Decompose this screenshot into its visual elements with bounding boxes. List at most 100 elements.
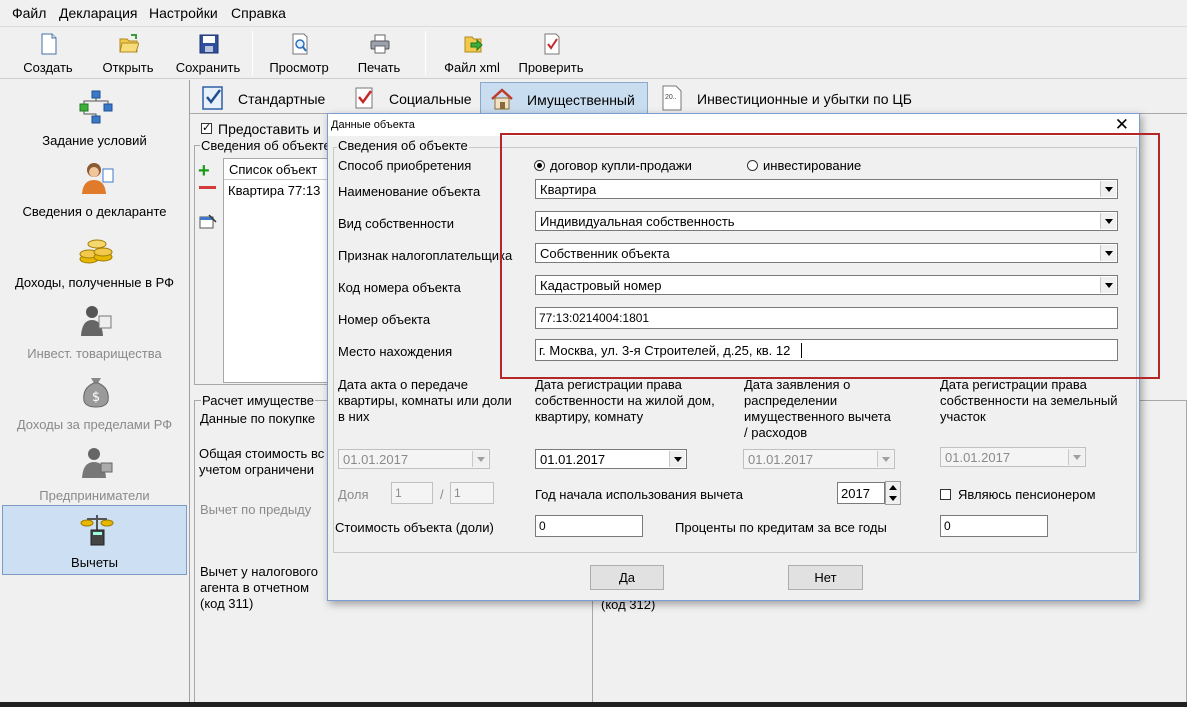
- businessman-icon: [82, 448, 113, 478]
- date-registration-picker[interactable]: 01.01.2017: [535, 449, 687, 469]
- ownership-select[interactable]: Индивидуальная собственность: [535, 211, 1118, 231]
- person-papers-icon: [81, 306, 112, 336]
- date-registration-label: Дата регистрации права собственности на …: [535, 377, 715, 424]
- share-separator: /: [440, 487, 444, 502]
- save-button[interactable]: Сохранить: [173, 29, 243, 77]
- tab-standard[interactable]: Стандартные: [192, 82, 342, 114]
- check-label: Проверить: [518, 60, 584, 75]
- scales-calculator-icon: [80, 515, 114, 546]
- add-icon[interactable]: +: [198, 160, 210, 183]
- preview-button[interactable]: Просмотр: [264, 29, 334, 77]
- chevron-down-icon[interactable]: [1068, 449, 1084, 465]
- coins-icon: [79, 239, 113, 264]
- chevron-down-icon[interactable]: [877, 451, 893, 467]
- sidebar-item-invest-partnerships[interactable]: Инвест. товарищества: [2, 297, 187, 367]
- open-button[interactable]: Открыть: [93, 29, 163, 77]
- radio-investment[interactable]: [747, 160, 758, 171]
- menu-help[interactable]: Справка: [231, 5, 286, 21]
- sidebar-item-income-rf[interactable]: Доходы, полученные в РФ: [2, 226, 187, 296]
- object-number-value: 77:13:0214004:1801: [539, 311, 650, 325]
- chevron-down-icon[interactable]: [669, 451, 685, 467]
- check-document-icon: [544, 33, 560, 55]
- object-number-input[interactable]: 77:13:0214004:1801: [535, 307, 1118, 329]
- date-application-picker[interactable]: 01.01.2017: [743, 449, 895, 469]
- tab-property[interactable]: Имущественный: [480, 82, 648, 114]
- person-card-icon: [82, 163, 114, 194]
- sidebar-item-label: Предприниматели: [39, 488, 150, 503]
- code-311-label: (код 311): [200, 596, 254, 611]
- sidebar-item-declarant[interactable]: Сведения о декларанте: [2, 155, 187, 225]
- share-numerator-value: 1: [395, 486, 402, 500]
- money-bag-icon: $: [83, 378, 109, 408]
- spin-down-icon[interactable]: [889, 496, 897, 501]
- total-cost-label-2: учетом ограничени: [199, 462, 314, 477]
- create-button[interactable]: Создать: [13, 29, 83, 77]
- toolbar: Создать Открыть Сохранить Просмотр Печат…: [0, 27, 1187, 79]
- object-code-select[interactable]: Кадастровый номер: [535, 275, 1118, 295]
- object-cost-input[interactable]: 0: [535, 515, 643, 537]
- sidebar-item-label: Сведения о декларанте: [22, 204, 167, 219]
- divider: [592, 601, 593, 707]
- xml-file-button[interactable]: Файл xml: [437, 29, 507, 77]
- loan-interest-value: 0: [944, 519, 951, 533]
- chevron-down-icon[interactable]: [1100, 245, 1116, 261]
- tab-label: Стандартные: [238, 91, 326, 107]
- chevron-down-icon[interactable]: [472, 451, 488, 467]
- object-name-select[interactable]: Квартира: [535, 179, 1118, 199]
- menu-declaration[interactable]: Декларация: [59, 5, 138, 21]
- chevron-down-icon[interactable]: [1100, 213, 1116, 229]
- spin-up-icon[interactable]: [889, 485, 897, 490]
- taxpayer-select[interactable]: Собственник объекта: [535, 243, 1118, 263]
- agent-deduction-label-2: агента в отчетном: [200, 580, 310, 595]
- tab-social[interactable]: Социальные: [343, 82, 478, 114]
- tab-label: Социальные: [389, 91, 472, 107]
- no-button[interactable]: Нет: [788, 565, 863, 590]
- print-label: Печать: [357, 60, 401, 75]
- date-land-picker[interactable]: 01.01.2017: [940, 447, 1086, 467]
- chevron-down-icon[interactable]: [1100, 181, 1116, 197]
- printer-icon: [370, 34, 390, 54]
- sidebar-item-label: Доходы за пределами РФ: [16, 417, 173, 432]
- share-numerator-input[interactable]: 1: [391, 482, 433, 504]
- toolbar-separator: [252, 31, 253, 75]
- list-item[interactable]: Квартира 77:13: [228, 183, 320, 198]
- yes-button[interactable]: Да: [590, 565, 664, 590]
- print-button[interactable]: Печать: [344, 29, 414, 77]
- tab-label: Инвестиционные и убытки по ЦБ: [697, 91, 912, 107]
- location-value: г. Москва, ул. 3-я Строителей, д.25, кв.…: [539, 343, 791, 358]
- document-icon-caption: 20..: [665, 94, 677, 101]
- pensioner-checkbox[interactable]: [940, 489, 951, 500]
- check-button[interactable]: Проверить: [516, 29, 586, 77]
- remove-icon[interactable]: [199, 186, 216, 189]
- object-data-dialog: Данные объекта ✕ Сведения об объекте Спо…: [327, 113, 1140, 601]
- sidebar-item-conditions[interactable]: Задание условий: [2, 84, 187, 154]
- share-denominator-input[interactable]: 1: [450, 482, 494, 504]
- ownership-label: Вид собственности: [338, 216, 455, 231]
- date-application-label: Дата заявления о распределении имуществе…: [744, 377, 891, 440]
- radio-sale-contract[interactable]: [534, 160, 545, 171]
- chevron-down-icon[interactable]: [1100, 277, 1116, 293]
- loan-interest-input[interactable]: 0: [940, 515, 1048, 537]
- sidebar-item-entrepreneurs[interactable]: Предприниматели: [2, 439, 187, 509]
- date-act-value: 01.01.2017: [343, 452, 409, 467]
- preview-icon: [292, 33, 308, 55]
- save-label: Сохранить: [175, 60, 241, 75]
- create-label: Создать: [23, 60, 73, 75]
- sidebar-item-deductions[interactable]: Вычеты: [2, 505, 187, 575]
- date-act-label: Дата акта о передаче квартиры, комнаты и…: [338, 377, 512, 424]
- provide-checkbox[interactable]: [201, 121, 212, 134]
- tab-investment[interactable]: 20.. Инвестиционные и убытки по ЦБ: [651, 82, 921, 114]
- edit-properties-icon[interactable]: [199, 214, 217, 230]
- menu-settings[interactable]: Настройки: [149, 5, 218, 21]
- close-icon[interactable]: ✕: [1115, 115, 1129, 134]
- year-spinner[interactable]: [885, 481, 901, 505]
- start-year-input[interactable]: 2017: [837, 482, 885, 504]
- date-act-picker[interactable]: 01.01.2017: [338, 449, 490, 469]
- menu-file[interactable]: Файл: [12, 5, 46, 21]
- sidebar-item-income-abroad[interactable]: $ Доходы за пределами РФ: [2, 368, 187, 438]
- dialog-titlebar[interactable]: Данные объекта ✕: [328, 114, 1139, 136]
- checklist-icon: [355, 87, 373, 109]
- location-input[interactable]: г. Москва, ул. 3-я Строителей, д.25, кв.…: [535, 339, 1118, 361]
- start-year-label: Год начала использования вычета: [535, 487, 743, 502]
- date-application-value: 01.01.2017: [748, 452, 814, 467]
